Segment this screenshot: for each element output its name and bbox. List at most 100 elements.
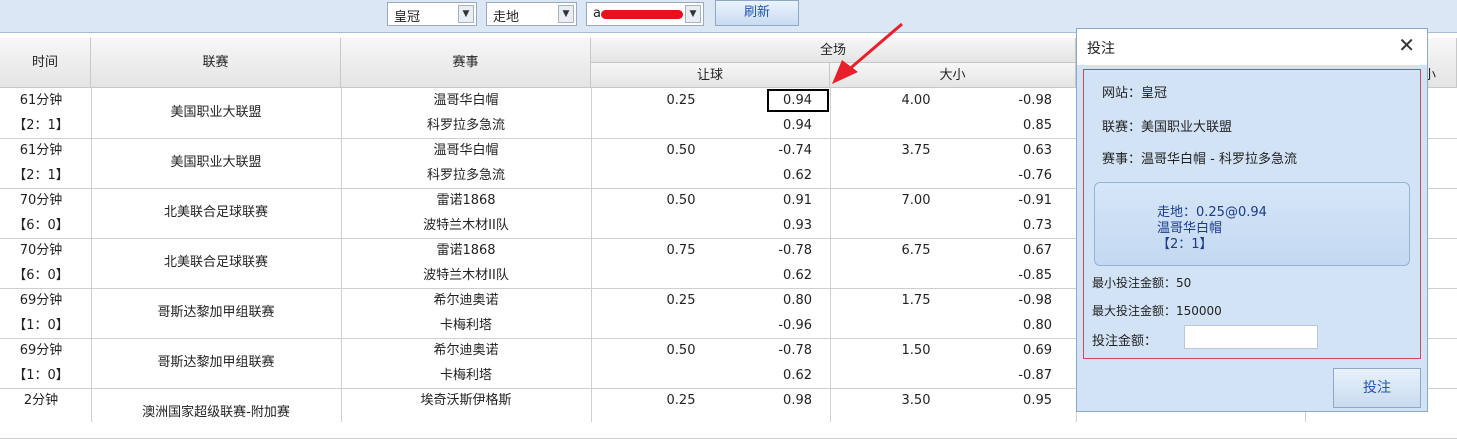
header-time[interactable]: 时间 xyxy=(0,38,91,88)
league-name: 美国职业大联盟 xyxy=(170,155,262,170)
over-odds[interactable]: 0.95 xyxy=(980,388,1052,413)
away-team: 卡梅利塔 xyxy=(439,368,492,383)
match-time: 70分钟 xyxy=(19,243,63,258)
league-name: 北美联合足球联赛 xyxy=(163,255,268,270)
away-team: 科罗拉多急流 xyxy=(426,168,505,183)
account-select-value: a xyxy=(593,6,601,21)
header-time-label: 时间 xyxy=(31,55,58,70)
handicap-home-odds[interactable]: 0.80 xyxy=(740,288,812,313)
over-under-line: 4.00 xyxy=(901,93,931,108)
handicap-away-odds[interactable]: 0.93 xyxy=(740,213,812,238)
type-select-value: 走地 xyxy=(493,10,520,25)
over-under-line: 1.50 xyxy=(901,343,931,358)
account-select[interactable]: a ▼ xyxy=(586,2,704,26)
match-time: 61分钟 xyxy=(19,143,63,158)
bet-score-text: 【2：1】 xyxy=(1157,237,1213,252)
home-team: 温哥华白帽 xyxy=(433,93,499,108)
handicap-away-odds[interactable]: 0.62 xyxy=(740,163,812,188)
under-odds[interactable]: -0.76 xyxy=(980,163,1052,188)
handicap-home-odds[interactable]: -0.78 xyxy=(740,338,812,363)
home-team: 雷诺1868 xyxy=(436,193,496,208)
away-team: 卡梅利塔 xyxy=(439,318,492,333)
header-handicap: 让球 xyxy=(591,63,830,88)
bet-amount-input[interactable] xyxy=(1184,325,1318,349)
redaction-mark xyxy=(601,10,683,19)
under-odds[interactable]: 0.73 xyxy=(980,213,1052,238)
header-handicap-label: 让球 xyxy=(696,68,723,83)
over-odds[interactable]: 0.69 xyxy=(980,338,1052,363)
bet-info-panel: 网站：皇冠 联赛：美国职业大联盟 赛事：温哥华白帽 - 科罗拉多急流 走地：0.… xyxy=(1083,69,1421,359)
handicap-away-odds[interactable]: 0.62 xyxy=(740,363,812,388)
over-under-line: 7.00 xyxy=(901,193,931,208)
league-name: 美国职业大联盟 xyxy=(170,105,262,120)
header-match-label: 赛事 xyxy=(452,55,479,70)
match-score: 【1：0】 xyxy=(13,318,69,333)
submit-bet-button[interactable]: 投注 xyxy=(1333,368,1421,408)
header-over-under-label: 大小 xyxy=(939,68,966,83)
chevron-down-icon[interactable]: ▼ xyxy=(558,5,574,23)
match-time: 2分钟 xyxy=(23,393,59,408)
match-score: 【6：0】 xyxy=(13,218,69,233)
under-odds[interactable]: -0.87 xyxy=(980,363,1052,388)
match-score: 【2：1】 xyxy=(13,168,69,183)
match-score: 【2：1】 xyxy=(13,118,69,133)
away-team: 科罗拉多急流 xyxy=(426,118,505,133)
match-time: 69分钟 xyxy=(19,343,63,358)
away-team: 波特兰木材II队 xyxy=(423,218,509,233)
site-info: 网站：皇冠 xyxy=(1102,86,1168,101)
over-odds[interactable]: -0.98 xyxy=(980,88,1052,113)
over-odds[interactable]: 0.67 xyxy=(980,238,1052,263)
chevron-down-icon[interactable]: ▼ xyxy=(685,5,701,23)
over-under-line: 3.50 xyxy=(901,393,931,408)
handicap-away-odds[interactable]: -0.96 xyxy=(740,313,812,338)
match-score: 【1：0】 xyxy=(13,368,69,383)
handicap-home-odds[interactable]: 0.98 xyxy=(740,388,812,413)
under-odds[interactable]: -0.85 xyxy=(980,263,1052,288)
refresh-button[interactable]: 刷新 xyxy=(715,0,799,26)
handicap-away-odds[interactable]: 0.62 xyxy=(740,263,812,288)
league-name: 澳洲国家超级联赛-附加赛 xyxy=(142,405,290,420)
league-name: 哥斯达黎加甲组联赛 xyxy=(157,305,275,320)
league-name: 北美联合足球联赛 xyxy=(163,205,268,220)
bet-dialog: 投注 ✕ 网站：皇冠 联赛：美国职业大联盟 赛事：温哥华白帽 - 科罗拉多急流 … xyxy=(1076,28,1428,412)
over-under-line: 1.75 xyxy=(901,293,931,308)
under-odds[interactable]: 0.80 xyxy=(980,313,1052,338)
header-league-label: 联赛 xyxy=(202,55,229,70)
over-under-line: 3.75 xyxy=(901,143,931,158)
home-team: 希尔迪奥诺 xyxy=(433,343,499,358)
over-odds[interactable]: -0.91 xyxy=(980,188,1052,213)
match-time: 69分钟 xyxy=(19,293,63,308)
annotation-arrow-icon xyxy=(832,22,903,84)
under-odds[interactable] xyxy=(980,413,1052,438)
close-icon[interactable]: ✕ xyxy=(1398,33,1415,57)
bet-selection-box: 走地：0.25@0.94 温哥华白帽 【2：1】 xyxy=(1094,182,1410,266)
header-match[interactable]: 赛事 xyxy=(341,38,591,88)
handicap-away-odds[interactable]: 0.94 xyxy=(740,113,812,138)
handicap-home-odds[interactable]: -0.78 xyxy=(740,238,812,263)
over-under-line: 6.75 xyxy=(901,243,931,258)
handicap-home-odds[interactable]: 0.91 xyxy=(740,188,812,213)
home-team: 雷诺1868 xyxy=(436,243,496,258)
dialog-title: 投注 xyxy=(1087,41,1115,57)
type-select[interactable]: 走地 ▼ xyxy=(486,2,577,26)
match-info: 赛事：温哥华白帽 - 科罗拉多急流 xyxy=(1102,152,1297,167)
under-odds[interactable]: 0.85 xyxy=(980,113,1052,138)
site-select-value: 皇冠 xyxy=(394,10,421,25)
site-select[interactable]: 皇冠 ▼ xyxy=(387,2,477,26)
handicap-away-odds[interactable] xyxy=(740,413,812,438)
home-team: 埃奇沃斯伊格斯 xyxy=(420,393,512,408)
away-team: 波特兰木材II队 xyxy=(423,268,509,283)
match-time: 70分钟 xyxy=(19,193,63,208)
over-odds[interactable]: 0.63 xyxy=(980,138,1052,163)
min-bet-info: 最小投注金额：50 xyxy=(1092,276,1192,290)
league-name: 哥斯达黎加甲组联赛 xyxy=(157,355,275,370)
chevron-down-icon[interactable]: ▼ xyxy=(458,5,474,23)
league-info: 联赛：美国职业大联盟 xyxy=(1102,120,1233,135)
over-odds[interactable]: -0.98 xyxy=(980,288,1052,313)
match-time: 61分钟 xyxy=(19,93,63,108)
handicap-home-odds[interactable]: -0.74 xyxy=(740,138,812,163)
max-bet-info: 最大投注金额：150000 xyxy=(1092,304,1222,318)
home-team: 温哥华白帽 xyxy=(433,143,499,158)
header-league[interactable]: 联赛 xyxy=(91,38,341,88)
match-score xyxy=(0,413,82,438)
